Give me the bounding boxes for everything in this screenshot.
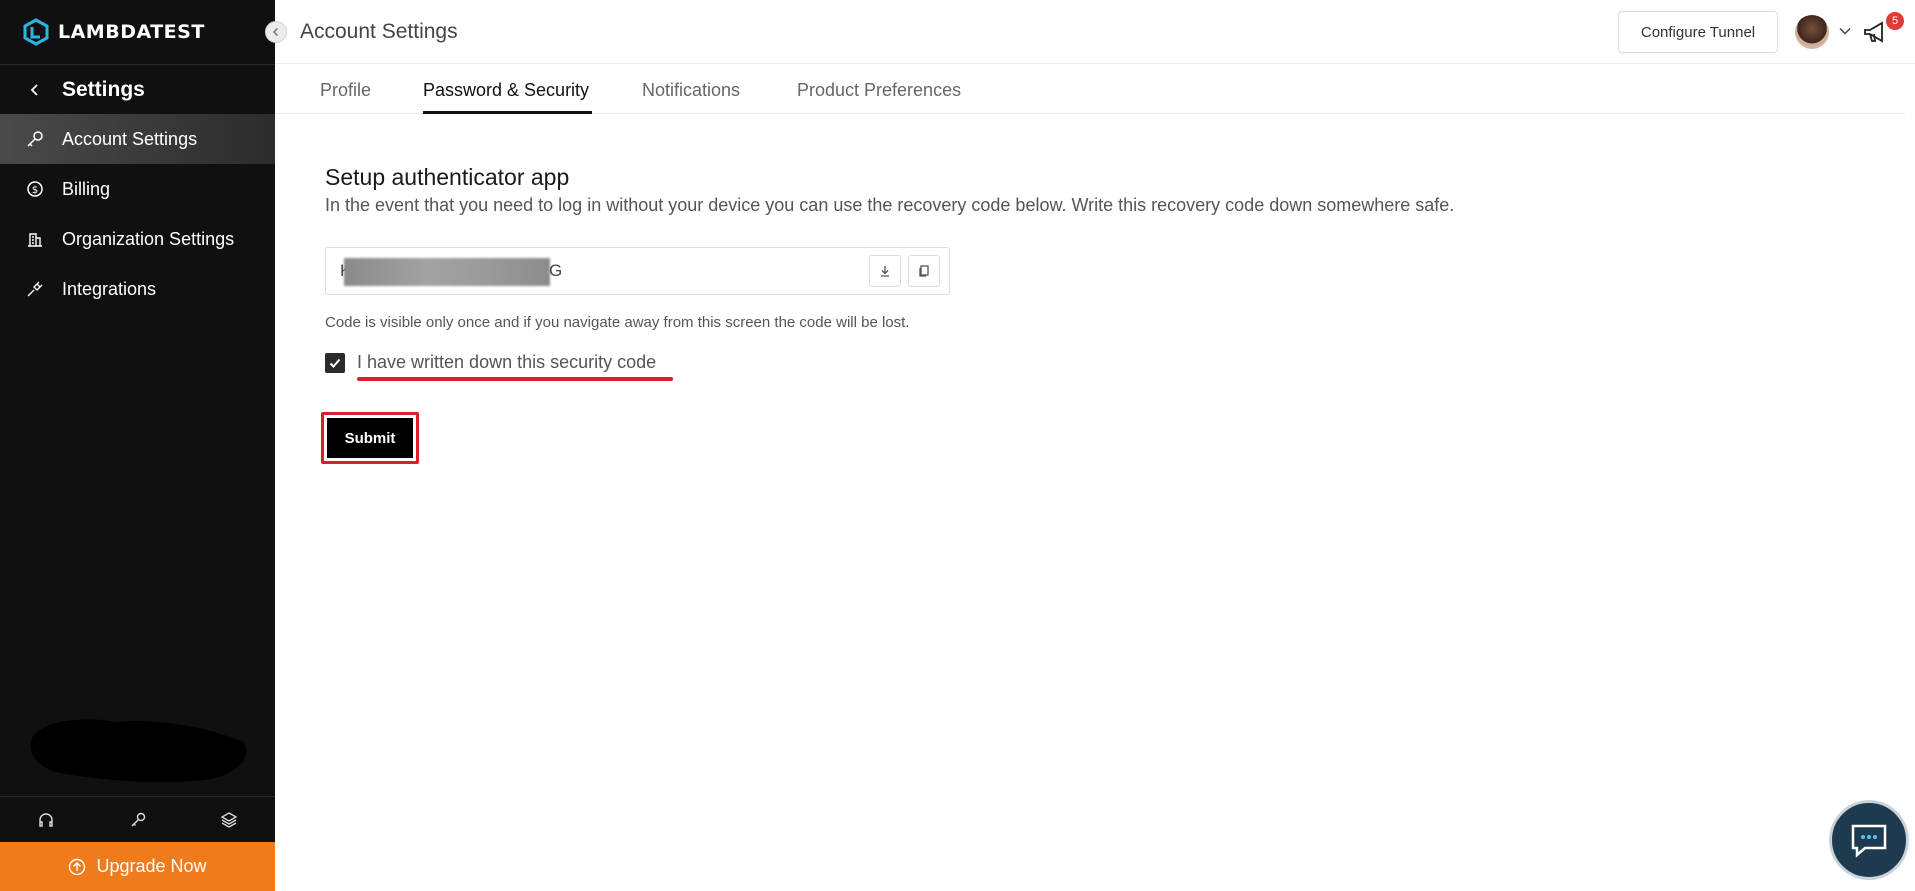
sidebar-item-billing[interactable]: $ Billing <box>0 164 275 214</box>
building-icon <box>24 228 46 250</box>
recovery-code-end: G <box>549 261 563 280</box>
tab-password-security[interactable]: Password & Security <box>423 80 589 101</box>
page-title: Account Settings <box>300 20 458 43</box>
key-icon[interactable] <box>92 797 184 842</box>
top-header: Account Settings Configure Tunnel 5 <box>275 0 1915 64</box>
highlight-underline <box>357 377 673 381</box>
sidebar: LAMBDATEST Settings Account Settings $ B… <box>0 0 275 891</box>
highlight-box: Submit <box>321 412 419 464</box>
download-code-button[interactable] <box>869 255 901 287</box>
lambdatest-logo-icon <box>23 18 49 46</box>
sidebar-title: Settings <box>62 78 145 101</box>
section-description: In the event that you need to log in wit… <box>325 195 1455 215</box>
chat-widget-button[interactable] <box>1829 800 1909 880</box>
upgrade-label: Upgrade Now <box>96 856 207 876</box>
notification-badge: 5 <box>1886 12 1904 30</box>
confirm-written-checkbox[interactable] <box>325 352 345 373</box>
copy-icon <box>919 265 929 277</box>
sidebar-item-label: Billing <box>62 178 111 199</box>
confirm-written-row[interactable]: I have written down this security code <box>325 352 656 373</box>
settings-tabs: Profile Password & Security Notification… <box>275 64 1905 114</box>
chat-bubble-icon <box>1851 824 1887 858</box>
active-tab-indicator <box>423 111 592 114</box>
recovery-code-field[interactable]: K G <box>325 247 950 295</box>
upgrade-arrow-icon <box>69 858 86 875</box>
back-arrow-icon[interactable] <box>24 79 46 101</box>
redacted-user-block <box>30 719 247 783</box>
configure-tunnel-button[interactable]: Configure Tunnel <box>1618 11 1778 53</box>
sidebar-item-label: Account Settings <box>62 128 198 149</box>
sidebar-item-organization-settings[interactable]: Organization Settings <box>0 214 275 264</box>
settings-header: Settings <box>0 74 275 106</box>
download-icon <box>881 266 889 277</box>
layers-icon[interactable] <box>183 797 275 842</box>
chevron-down-icon[interactable] <box>1838 24 1852 38</box>
brand-logo[interactable]: LAMBDATEST <box>22 18 205 46</box>
submit-button[interactable]: Submit <box>327 418 413 458</box>
tab-product-preferences[interactable]: Product Preferences <box>797 80 961 101</box>
dollar-circle-icon: $ <box>24 178 46 200</box>
avatar[interactable] <box>1795 15 1829 49</box>
sidebar-item-label: Organization Settings <box>62 228 235 249</box>
tab-notifications[interactable]: Notifications <box>642 80 740 101</box>
sidebar-item-account-settings[interactable]: Account Settings <box>0 114 275 164</box>
sidebar-item-label: Integrations <box>62 278 157 299</box>
brand-name: LAMBDATEST <box>58 21 205 43</box>
copy-code-button[interactable] <box>908 255 940 287</box>
checkmark-icon <box>329 358 341 368</box>
tab-profile[interactable]: Profile <box>320 80 371 101</box>
code-visibility-hint: Code is visible only once and if you nav… <box>325 314 910 331</box>
key-icon <box>24 128 46 150</box>
recovery-code-redaction <box>344 258 550 286</box>
sidebar-nav: Account Settings $ Billing Organization … <box>0 114 275 314</box>
sidebar-item-integrations[interactable]: Integrations <box>0 264 275 314</box>
divider <box>0 64 275 65</box>
section-title: Setup authenticator app <box>325 164 570 190</box>
sidebar-bottom-icons <box>0 796 275 842</box>
upgrade-now-button[interactable]: Upgrade Now <box>0 842 275 891</box>
confirm-written-label[interactable]: I have written down this security code <box>357 352 656 373</box>
headset-icon[interactable] <box>0 797 92 842</box>
plug-icon <box>24 278 46 300</box>
svg-text:$: $ <box>32 185 38 196</box>
